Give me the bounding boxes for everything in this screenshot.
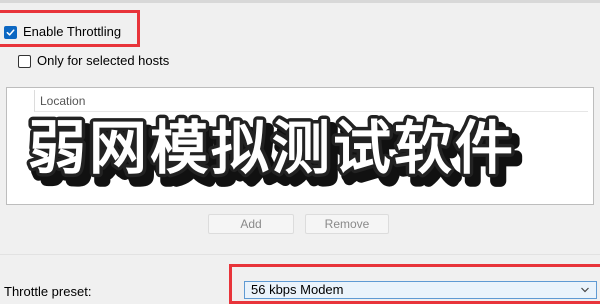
throttle-preset-label: Throttle preset: xyxy=(4,284,92,299)
highlight-box-enable-throttling xyxy=(0,10,140,47)
add-button[interactable]: Add xyxy=(208,214,294,234)
highlight-box-throttle-preset xyxy=(229,264,600,304)
column-header-location[interactable]: Location xyxy=(34,90,588,112)
top-edge-divider xyxy=(0,0,600,3)
section-divider xyxy=(0,254,600,255)
only-selected-hosts-label: Only for selected hosts xyxy=(37,53,170,68)
hosts-table[interactable]: Location xyxy=(6,87,594,205)
only-selected-hosts-checkbox[interactable] xyxy=(18,54,31,68)
remove-button[interactable]: Remove xyxy=(305,214,389,234)
only-selected-hosts-option[interactable]: Only for selected hosts xyxy=(18,53,169,69)
